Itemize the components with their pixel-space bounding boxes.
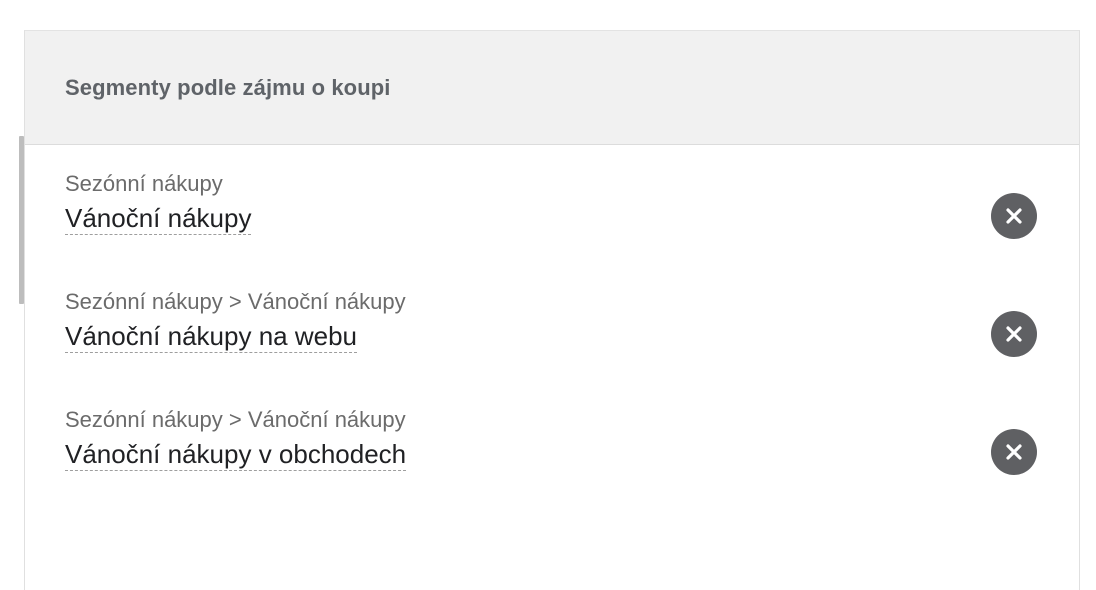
segment-item: Sezónní nákupy > Vánoční nákupy Vánoční … [25, 289, 1079, 389]
panel-header: Segmenty podle zájmu o koupi [25, 31, 1079, 145]
close-icon [1006, 444, 1022, 460]
segment-item: Sezónní nákupy > Vánoční nákupy Vánoční … [25, 407, 1079, 507]
remove-segment-button[interactable] [991, 429, 1037, 475]
segment-item: Sezónní nákupy Vánoční nákupy [25, 171, 1079, 271]
segment-name-link[interactable]: Vánoční nákupy v obchodech [65, 438, 407, 471]
segment-name-link[interactable]: Vánoční nákupy na webu [65, 320, 357, 353]
panel-title: Segmenty podle zájmu o koupi [65, 74, 391, 100]
segment-path: Sezónní nákupy > Vánoční nákupy [65, 289, 406, 314]
audience-segments-panel: Segmenty podle zájmu o koupi Sezónní nák… [24, 30, 1080, 590]
close-icon [1006, 208, 1022, 224]
segment-path: Sezónní nákupy [65, 171, 223, 196]
segment-name-link[interactable]: Vánoční nákupy [65, 202, 252, 235]
remove-segment-button[interactable] [991, 311, 1037, 357]
remove-segment-button[interactable] [991, 193, 1037, 239]
segment-path: Sezónní nákupy > Vánoční nákupy [65, 407, 406, 432]
close-icon [1006, 326, 1022, 342]
